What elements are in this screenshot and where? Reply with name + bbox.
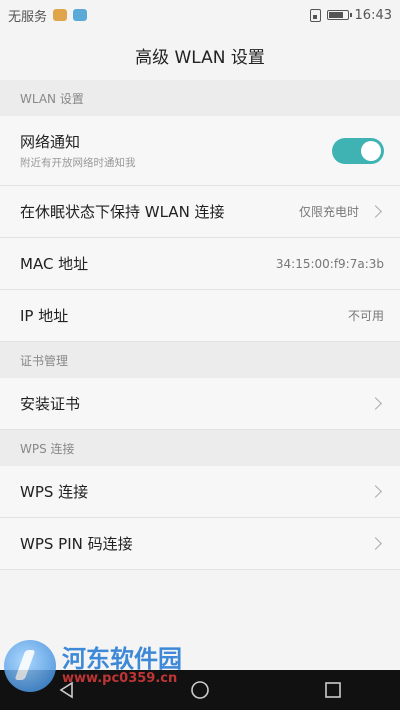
- settings-list: WLAN 设置 网络通知 附近有开放网络时通知我 在休眠状态下保持 WLAN 连…: [0, 80, 400, 570]
- row-value-group: 不可用: [348, 307, 384, 324]
- row-wps-pin-connect[interactable]: WPS PIN 码连接: [0, 518, 400, 570]
- sim-icon: [309, 8, 321, 22]
- message-icon: [73, 9, 88, 21]
- battery-icon: [326, 10, 352, 20]
- row-title: 安装证书: [20, 395, 81, 413]
- status-time: 16:43: [354, 7, 392, 23]
- chevron-right-icon: [369, 397, 382, 410]
- section-header-label: WLAN 设置: [20, 91, 84, 106]
- back-triangle-icon: [59, 681, 73, 699]
- recents-square-icon: [325, 682, 342, 698]
- chevron-right-icon: [369, 485, 382, 498]
- toggle-knob: [361, 140, 381, 161]
- navigation-bar: [0, 670, 400, 710]
- row-title: IP 地址: [20, 307, 69, 325]
- row-keep-wlan-on-sleep[interactable]: 在休眠状态下保持 WLAN 连接 仅限充电时: [0, 186, 400, 238]
- page-title-bar: 高级 WLAN 设置: [0, 30, 400, 80]
- status-bar-right: 16:43: [309, 7, 392, 23]
- home-circle-icon: [191, 681, 209, 699]
- chevron-right-icon: [369, 537, 382, 550]
- status-bar-left: 无服务: [8, 6, 88, 25]
- home-button[interactable]: [180, 675, 220, 705]
- row-mac-address: MAC 地址 34:15:00:f9:7a:3b: [0, 238, 400, 290]
- section-header-wps: WPS 连接: [0, 430, 400, 466]
- row-text: 网络通知 附近有开放网络时通知我: [20, 131, 136, 170]
- row-value: 仅限充电时: [298, 205, 359, 219]
- carrier-label: 无服务: [8, 9, 48, 25]
- recents-button[interactable]: [313, 675, 353, 705]
- row-value-group: 仅限充电时: [299, 203, 384, 220]
- mac-address-value: 34:15:00:f9:7a:3b: [275, 256, 384, 271]
- section-header-certificates: 证书管理: [0, 342, 400, 378]
- section-header-label: 证书管理: [20, 353, 69, 368]
- row-subtitle: 附近有开放网络时通知我: [20, 157, 136, 169]
- row-install-certificate[interactable]: 安装证书: [0, 378, 400, 430]
- section-header-wlan: WLAN 设置: [0, 80, 400, 116]
- row-title: MAC 地址: [20, 255, 89, 273]
- network-notification-toggle[interactable]: [332, 137, 384, 164]
- row-value-group: 34:15:00:f9:7a:3b: [276, 257, 384, 271]
- row-wps-connect[interactable]: WPS 连接: [0, 466, 400, 518]
- chevron-right-icon: [369, 205, 382, 218]
- row-ip-address: IP 地址 不可用: [0, 290, 400, 342]
- status-bar: 无服务 16:43: [0, 0, 400, 30]
- section-header-label: WPS 连接: [20, 441, 75, 456]
- row-title: WPS 连接: [20, 483, 89, 501]
- back-button[interactable]: [47, 675, 87, 705]
- row-network-notification[interactable]: 网络通知 附近有开放网络时通知我: [0, 116, 400, 186]
- ip-address-value: 不可用: [347, 309, 384, 323]
- row-title: 网络通知: [20, 133, 81, 151]
- page-title: 高级 WLAN 设置: [135, 47, 265, 68]
- row-title: 在休眠状态下保持 WLAN 连接: [20, 203, 225, 221]
- notification-icon: [53, 9, 68, 21]
- watermark-title: 河东软件园: [62, 644, 182, 673]
- row-title: WPS PIN 码连接: [20, 535, 133, 553]
